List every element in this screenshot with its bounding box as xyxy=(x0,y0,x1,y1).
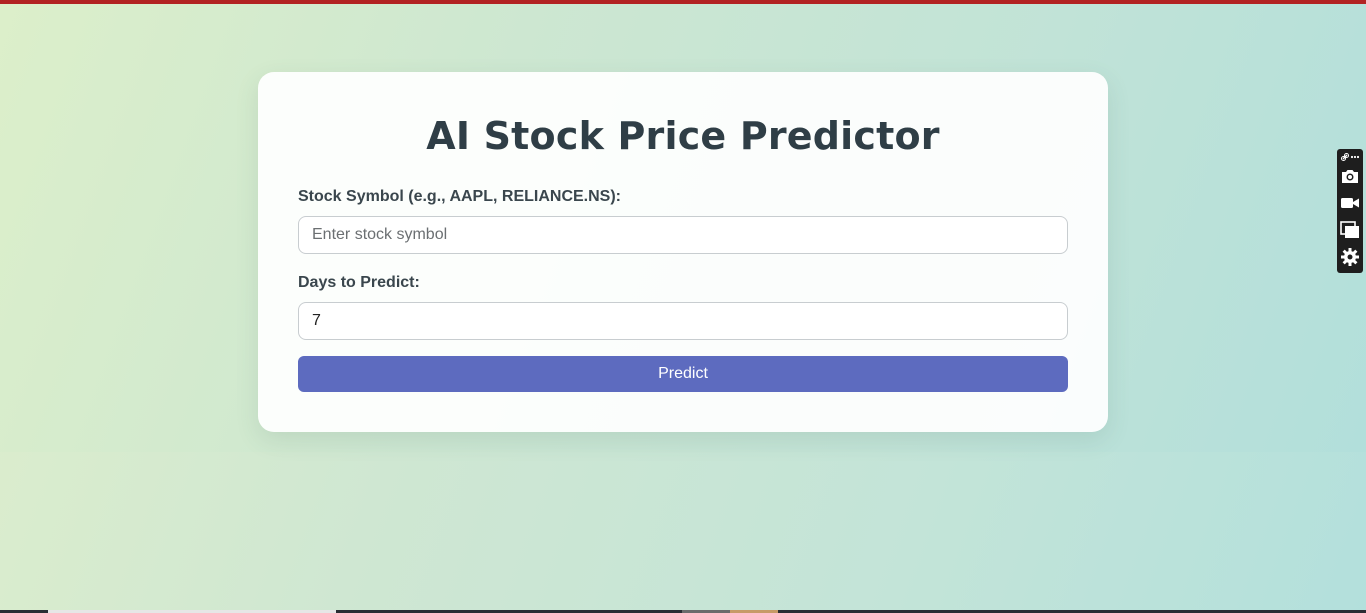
window-icon[interactable] xyxy=(1340,220,1360,240)
stock-symbol-input[interactable] xyxy=(298,216,1068,254)
page-title: AI Stock Price Predictor xyxy=(426,114,940,158)
predict-button[interactable]: Predict xyxy=(298,356,1068,392)
more-icon[interactable] xyxy=(1350,155,1360,159)
predictor-card: AI Stock Price Predictor Stock Symbol (e… xyxy=(258,72,1108,432)
side-toolbar xyxy=(1337,149,1363,273)
toolbar-header xyxy=(1341,153,1360,161)
link-icon[interactable] xyxy=(1341,153,1349,161)
camera-icon[interactable] xyxy=(1340,166,1360,186)
days-to-predict-input[interactable] xyxy=(298,302,1068,340)
settings-icon[interactable] xyxy=(1340,247,1360,267)
stock-symbol-label: Stock Symbol (e.g., AAPL, RELIANCE.NS): xyxy=(298,188,621,205)
days-to-predict-label: Days to Predict: xyxy=(298,274,420,291)
video-camera-icon[interactable] xyxy=(1340,193,1360,213)
